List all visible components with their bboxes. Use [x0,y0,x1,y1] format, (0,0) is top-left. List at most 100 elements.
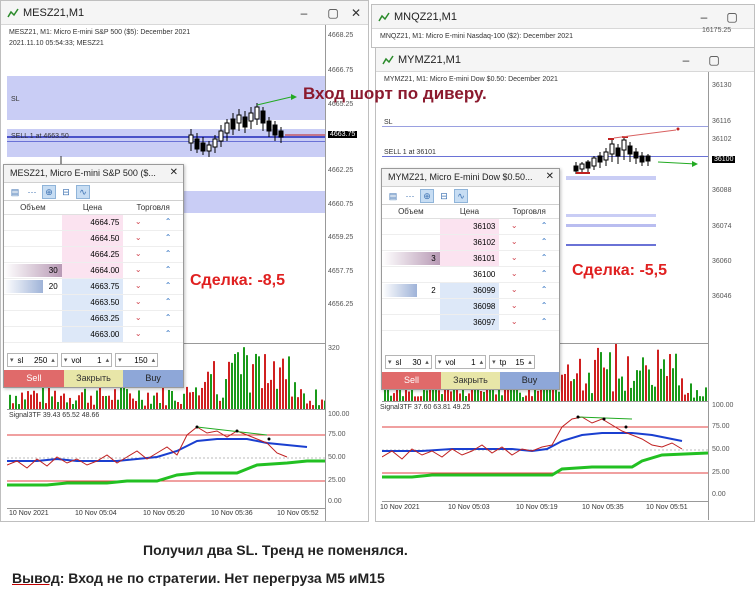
columns-icon[interactable]: ⊟ [437,189,451,203]
dom-price-cell[interactable]: 36098 [439,299,500,314]
dom-row[interactable]: 36098 ⌄ ⌃ [382,299,559,315]
dom-row[interactable]: 36103 ⌄ ⌃ [382,219,559,235]
buy-limit-arrow-icon[interactable]: ⌃ [529,235,559,250]
volume-bar [138,390,140,409]
stop-loss-stepper[interactable]: ▾ sl 30 ▴ [385,355,432,369]
dom-row[interactable]: 4663.00 ⌄ ⌃ [4,327,183,343]
dom-price-cell[interactable]: 4664.75 [61,215,124,230]
buy-button[interactable]: Buy [123,370,183,387]
volume-bar [663,359,665,401]
close-icon[interactable]: ✕ [170,167,178,178]
chart-window-mnqz21[interactable]: MNQZ21,M1 – ▢ MNQZ21, M1: Micro E-mini N… [371,4,755,48]
close-icon[interactable]: ✕ [546,171,554,182]
trade-levels-icon[interactable]: ⋯ [25,185,39,199]
buy-limit-arrow-icon[interactable]: ⌃ [153,295,183,310]
dom-price-cell[interactable]: 36103 [439,219,500,234]
dom-row[interactable]: 20 4663.75 ⌄ ⌃ [4,279,183,295]
buy-limit-arrow-icon[interactable]: ⌃ [529,251,559,266]
dom-row[interactable]: 3 36101 ⌄ ⌃ [382,251,559,267]
depth-of-market-mesz21[interactable]: MESZ21, Micro E-mini S&P 500 ($... ✕ ▤ ⋯… [3,164,184,388]
chart-window-titlebar[interactable]: MNQZ21,M1 – ▢ [372,5,754,29]
dom-price-cell[interactable]: 4663.25 [61,311,124,326]
volume-stepper[interactable]: ▾ vol 1 ▴ [434,355,487,369]
buy-limit-arrow-icon[interactable]: ⌃ [529,267,559,282]
dom-price-cell[interactable]: 4663.50 [61,295,124,310]
dom-row[interactable]: 4663.50 ⌄ ⌃ [4,295,183,311]
depth-icon[interactable]: ⊕ [42,184,56,199]
sell-limit-arrow-icon[interactable]: ⌄ [499,283,529,298]
dom-row[interactable]: 2 36099 ⌄ ⌃ [382,283,559,299]
sell-limit-arrow-icon[interactable]: ⌄ [499,315,529,330]
dom-volume-value: 20 [48,282,58,291]
depth-icon[interactable]: ⊕ [420,188,434,203]
sell-limit-arrow-icon[interactable]: ⌄ [123,279,153,294]
dom-row[interactable]: 4663.25 ⌄ ⌃ [4,311,183,327]
volume-bar [255,353,257,409]
dom-titlebar[interactable]: MESZ21, Micro E-mini S&P 500 ($... ✕ [4,165,183,183]
dom-price-cell[interactable]: 36097 [439,315,500,330]
dom-row[interactable]: 36102 ⌄ ⌃ [382,235,559,251]
chart-view-icon[interactable]: ▤ [8,185,22,199]
sell-limit-arrow-icon[interactable]: ⌄ [123,263,153,278]
sell-limit-arrow-icon[interactable]: ⌄ [123,295,153,310]
close-button[interactable]: ✕ [346,4,366,22]
dom-row[interactable]: 36097 ⌄ ⌃ [382,315,559,331]
sell-limit-arrow-icon[interactable]: ⌄ [123,215,153,230]
sell-limit-arrow-icon[interactable]: ⌄ [499,267,529,282]
buy-limit-arrow-icon[interactable]: ⌃ [153,327,183,342]
take-profit-stepper[interactable]: ▾ 150 ▴ [115,353,159,367]
dom-price-cell[interactable]: 4663.75 [61,279,124,294]
maximize-button[interactable]: ▢ [722,8,742,26]
buy-limit-arrow-icon[interactable]: ⌃ [153,231,183,246]
take-profit-stepper[interactable]: ▾ tp 15 ▴ [489,355,535,369]
close-position-button[interactable]: Закрыть [441,372,500,389]
dom-price-cell[interactable]: 36100 [439,267,500,282]
sell-limit-arrow-icon[interactable]: ⌄ [499,219,529,234]
dom-price-cell[interactable]: 4664.00 [61,263,124,278]
dom-price-cell[interactable]: 36101 [439,251,500,266]
sell-limit-arrow-icon[interactable]: ⌄ [123,311,153,326]
maximize-button[interactable]: ▢ [323,4,343,22]
sell-limit-arrow-icon[interactable]: ⌄ [499,235,529,250]
dom-price-cell[interactable]: 36099 [439,283,500,298]
sell-button[interactable]: Sell [4,370,64,387]
buy-limit-arrow-icon[interactable]: ⌃ [529,219,559,234]
buy-limit-arrow-icon[interactable]: ⌃ [529,315,559,330]
volume-bar [261,388,263,409]
dom-volume-cell [382,267,440,282]
depth-of-market-mymz21[interactable]: MYMZ21, Micro E-mini Dow $0.50... ✕ ▤ ⋯ … [381,168,560,390]
dom-price-cell[interactable]: 4663.00 [61,327,124,342]
dom-price-cell[interactable]: 4664.50 [61,231,124,246]
dom-row[interactable]: 4664.50 ⌄ ⌃ [4,231,183,247]
buy-limit-arrow-icon[interactable]: ⌃ [153,311,183,326]
buy-limit-arrow-icon[interactable]: ⌃ [153,263,183,278]
dom-price-cell[interactable]: 36102 [439,235,500,250]
buy-button[interactable]: Buy [500,372,559,389]
minimize-button[interactable]: – [694,8,714,26]
dom-row[interactable]: 4664.75 ⌄ ⌃ [4,215,183,231]
trade-levels-icon[interactable]: ⋯ [403,189,417,203]
volume-stepper[interactable]: ▾ vol 1 ▴ [60,353,113,367]
buy-limit-arrow-icon[interactable]: ⌃ [529,283,559,298]
sell-button[interactable]: Sell [382,372,441,389]
chart-view-icon[interactable]: ▤ [386,189,400,203]
columns-icon[interactable]: ⊟ [59,185,73,199]
sell-limit-arrow-icon[interactable]: ⌄ [499,299,529,314]
dom-row[interactable]: 30 4664.00 ⌄ ⌃ [4,263,183,279]
sell-limit-arrow-icon[interactable]: ⌄ [123,327,153,342]
close-position-button[interactable]: Закрыть [63,370,124,387]
buy-limit-arrow-icon[interactable]: ⌃ [529,299,559,314]
buy-limit-arrow-icon[interactable]: ⌃ [153,247,183,262]
buy-limit-arrow-icon[interactable]: ⌃ [153,279,183,294]
stop-loss-stepper[interactable]: ▾ sl 250 ▴ [7,353,58,367]
dom-titlebar[interactable]: MYMZ21, Micro E-mini Dow $0.50... ✕ [382,169,559,187]
dom-row[interactable]: 4664.25 ⌄ ⌃ [4,247,183,263]
dom-row[interactable]: 36100 ⌄ ⌃ [382,267,559,283]
ticks-icon[interactable]: ∿ [76,184,90,199]
ticks-icon[interactable]: ∿ [454,188,468,203]
buy-limit-arrow-icon[interactable]: ⌃ [153,215,183,230]
sell-limit-arrow-icon[interactable]: ⌄ [123,247,153,262]
sell-limit-arrow-icon[interactable]: ⌄ [499,251,529,266]
sell-limit-arrow-icon[interactable]: ⌄ [123,231,153,246]
dom-price-cell[interactable]: 4664.25 [61,247,124,262]
